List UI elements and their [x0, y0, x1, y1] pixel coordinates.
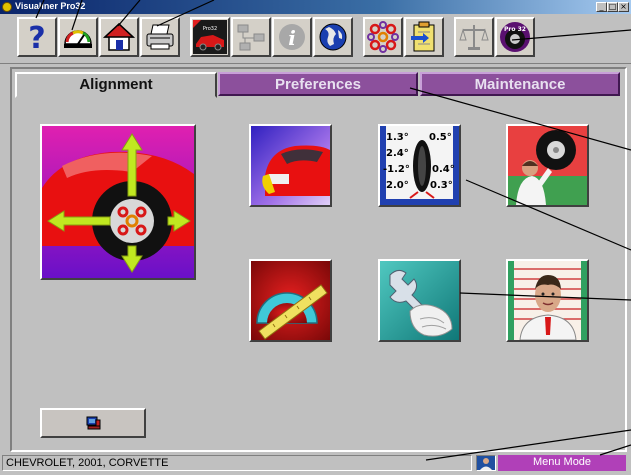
logo-button[interactable] — [363, 17, 403, 57]
info-icon: i — [279, 24, 305, 50]
svg-text:2.0°: 2.0° — [386, 180, 409, 191]
network-button[interactable] — [231, 17, 271, 57]
svg-text:0.5°: 0.5° — [429, 132, 452, 143]
pro32-wheel-icon: Pro 32 — [500, 22, 530, 52]
network-icon — [237, 24, 265, 51]
info-button[interactable]: i — [272, 17, 312, 57]
status-vehicle-text: CHEVROLET, 2001, CORVETTE — [2, 455, 472, 471]
svg-text:i: i — [288, 26, 296, 50]
printer-icon — [146, 24, 174, 50]
tab-maintenance[interactable]: Maintenance — [420, 72, 620, 96]
globe-icon — [319, 23, 347, 51]
scale-icon — [459, 25, 489, 50]
house-icon — [103, 22, 135, 51]
protractor-icon — [251, 261, 330, 340]
toolbar: ? Pro32 i Pro 32 — [0, 14, 631, 64]
tab-preferences[interactable]: Preferences — [218, 72, 418, 96]
alignment-start-button[interactable] — [40, 124, 196, 280]
mode-indicator: Menu Mode — [498, 455, 626, 471]
svg-text:?: ? — [28, 21, 45, 54]
red-car-icon: Pro32 — [193, 20, 227, 54]
home-button[interactable] — [99, 17, 139, 57]
print-button[interactable] — [140, 17, 180, 57]
title-bar: Visualiner Pro32 _ □ × — [0, 0, 631, 14]
question-mark-icon: ? — [28, 21, 45, 54]
minimize-button[interactable]: _ — [596, 2, 607, 12]
car-wheel-arrows-icon — [42, 126, 194, 278]
person-portrait-icon — [508, 261, 587, 340]
maximize-button[interactable]: □ — [607, 2, 618, 12]
adjustments-button[interactable] — [378, 259, 461, 342]
status-bar: CHEVROLET, 2001, CORVETTE Menu Mode — [0, 454, 631, 472]
pro32-button[interactable]: Pro 32 — [495, 17, 535, 57]
internet-button[interactable] — [313, 17, 353, 57]
svg-text:1.3°: 1.3° — [386, 132, 409, 143]
svg-text:0.4°: 0.4° — [432, 164, 455, 175]
gauge-button[interactable] — [58, 17, 98, 57]
person-icon — [477, 456, 495, 470]
scale-button[interactable] — [454, 17, 494, 57]
tire-service-button[interactable] — [506, 124, 589, 207]
window-title: Visualiner Pro32 — [15, 1, 86, 11]
main-window: Visualiner Pro32 _ □ × ? Pro32 i Pro 32 … — [0, 0, 631, 472]
clipboard-arrow-icon — [411, 21, 435, 52]
car-front-icon — [251, 126, 330, 205]
computer-icon — [86, 416, 101, 430]
user-icon — [476, 455, 496, 471]
measurement-button[interactable] — [249, 259, 332, 342]
vehicle-specs-button[interactable]: Pro32 — [190, 17, 230, 57]
close-button[interactable]: × — [618, 2, 629, 12]
svg-text:Pro 32: Pro 32 — [504, 26, 526, 33]
svg-text:0.3°: 0.3° — [430, 180, 453, 191]
svg-text:-1.2°: -1.2° — [383, 164, 410, 175]
clipboard-button[interactable] — [404, 17, 444, 57]
specifications-button[interactable]: 1.3° 0.5° 2.4° -1.2° 0.4° 2.0° 0.3° — [378, 124, 461, 207]
vehicle-selection-button[interactable] — [249, 124, 332, 207]
help-button[interactable]: ? — [17, 17, 57, 57]
speedometer-icon — [64, 30, 92, 48]
tab-alignment[interactable]: Alignment — [15, 72, 217, 98]
svg-text:2.4°: 2.4° — [386, 148, 409, 159]
customer-button[interactable] — [506, 259, 589, 342]
svg-text:Pro32: Pro32 — [203, 26, 217, 32]
wheel-logo-icon — [367, 21, 399, 53]
computer-button[interactable] — [40, 408, 146, 438]
app-icon[interactable] — [2, 2, 12, 12]
main-panel: Alignment Preferences Maintenance 1.3° 0… — [10, 67, 627, 452]
tire-spec-icon: 1.3° 0.5° 2.4° -1.2° 0.4° 2.0° 0.3° — [380, 126, 459, 205]
wrench-hand-icon — [380, 261, 459, 340]
mechanic-tire-icon — [508, 126, 587, 205]
